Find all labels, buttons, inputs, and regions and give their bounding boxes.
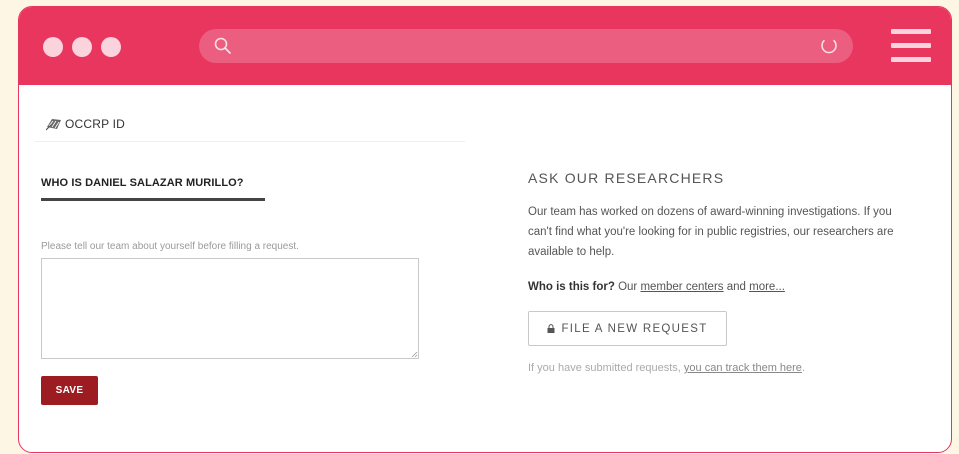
researchers-heading: ASK OUR RESEARCHERS [528,170,725,186]
profile-heading: WHO IS DANIEL SALAZAR MURILLO? [41,177,244,189]
heading-underline [41,198,265,201]
page-content: OCCRP ID WHO IS DANIEL SALAZAR MURILLO? … [19,85,951,452]
track-requests: If you have submitted requests, you can … [528,362,805,374]
hamburger-menu-icon[interactable] [891,29,931,63]
and-text: and [723,281,750,293]
address-bar[interactable] [199,29,853,63]
file-new-request-label: FILE A NEW REQUEST [561,322,708,335]
who-label: Who is this for? [528,281,615,293]
browser-window: OCCRP ID WHO IS DANIEL SALAZAR MURILLO? … [18,6,952,453]
who-is-this-for: Who is this for? Our member centers and … [528,281,785,293]
profile-hint: Please tell our team about yourself befo… [41,241,299,252]
researchers-description: Our team has worked on dozens of award-w… [528,206,894,258]
browser-titlebar [19,7,951,85]
window-dot-close[interactable] [43,37,63,57]
header-divider [35,141,465,142]
who-text: Our [614,281,641,293]
track-requests-link[interactable]: you can track them here [684,362,802,374]
window-dot-maximize[interactable] [101,37,121,57]
more-link[interactable]: more... [749,281,785,293]
lock-icon [547,324,555,333]
window-dot-minimize[interactable] [72,37,92,57]
save-button[interactable]: SAVE [41,376,98,405]
track-end: . [801,362,805,374]
reload-icon[interactable] [819,36,839,56]
file-new-request-button[interactable]: FILE A NEW REQUEST [528,311,727,346]
search-icon [214,37,231,54]
track-text: If you have submitted requests, [528,362,684,374]
brand[interactable]: OCCRP ID [46,115,125,133]
brand-name: OCCRP ID [65,117,126,131]
about-yourself-textarea[interactable] [41,258,419,359]
resize-grip-icon[interactable] [411,351,418,358]
occrp-logo-icon [46,119,61,131]
member-centers-link[interactable]: member centers [640,281,723,293]
